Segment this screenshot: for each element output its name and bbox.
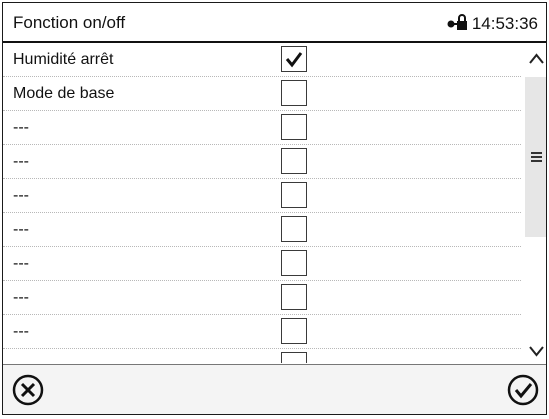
- list-item: ---: [3, 281, 521, 315]
- list-item: [3, 349, 521, 363]
- list-item: ---: [3, 213, 521, 247]
- list-item-label: ---: [13, 323, 29, 340]
- confirm-check-circle-icon: [507, 374, 539, 406]
- confirm-button[interactable]: [506, 373, 540, 407]
- list-item-checkbox[interactable]: [281, 352, 307, 363]
- list-item: ---: [3, 247, 521, 281]
- clock-time: 14:53:36: [471, 14, 538, 33]
- header-bar: Fonction on/off 14:53:36: [3, 3, 546, 43]
- list-item-checkbox[interactable]: [281, 250, 307, 276]
- list-item-checkbox[interactable]: [281, 46, 307, 72]
- list-item: ---: [3, 145, 521, 179]
- page-title: Fonction on/off: [13, 13, 126, 32]
- list-item-label: ---: [13, 187, 29, 204]
- list-item: ---: [3, 315, 521, 349]
- scroll-thumb[interactable]: [525, 77, 546, 237]
- list-item-label: ---: [13, 119, 29, 136]
- list-item: Humidité arrêt: [3, 43, 521, 77]
- list-item-checkbox[interactable]: [281, 182, 307, 208]
- list-item-checkbox[interactable]: [281, 284, 307, 310]
- lock-key-icon: [446, 13, 468, 36]
- list-item-label: ---: [13, 255, 29, 272]
- function-list: Humidité arrêt Mode de base --- --- --- --- --…: [3, 43, 521, 363]
- status-area: 14:53:36: [446, 13, 538, 36]
- screen: Fonction on/off 14:53:36 Humidité arrêt M…: [2, 2, 547, 415]
- scroll-down-button[interactable]: [525, 333, 546, 367]
- list-item: ---: [3, 179, 521, 213]
- cancel-button[interactable]: [11, 373, 45, 407]
- drag-handle-icon: [531, 152, 542, 162]
- chevron-down-icon: [529, 346, 544, 357]
- list-item-checkbox[interactable]: [281, 114, 307, 140]
- list-item: ---: [3, 111, 521, 145]
- chevron-up-icon: [529, 53, 544, 64]
- checkmark-icon: [285, 52, 303, 68]
- scrollbar[interactable]: [525, 43, 546, 367]
- list-item-label: ---: [13, 289, 29, 306]
- list-item-checkbox[interactable]: [281, 148, 307, 174]
- scroll-up-button[interactable]: [525, 43, 546, 77]
- list-item-checkbox[interactable]: [281, 318, 307, 344]
- cancel-circle-icon: [12, 374, 44, 406]
- list-item-checkbox[interactable]: [281, 80, 307, 106]
- footer-bar: [3, 364, 546, 414]
- list-item-label: ---: [13, 221, 29, 238]
- list-item-label: ---: [13, 153, 29, 170]
- list-item: Mode de base: [3, 77, 521, 111]
- list-item-label: Humidité arrêt: [13, 51, 114, 68]
- list-item-label: Mode de base: [13, 85, 115, 102]
- list-item-checkbox[interactable]: [281, 216, 307, 242]
